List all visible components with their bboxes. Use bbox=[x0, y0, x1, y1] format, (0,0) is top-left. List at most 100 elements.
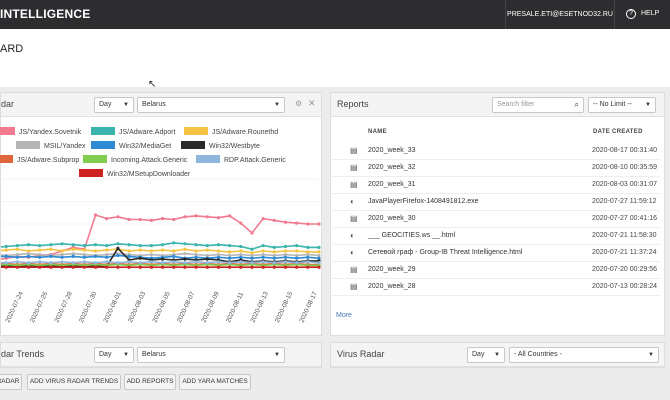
report-date: 2020-07-21 11:58:30 bbox=[592, 232, 657, 239]
x-tick-label: 2020-08-11 bbox=[225, 291, 245, 324]
data-point bbox=[205, 257, 209, 261]
report-row[interactable]: ▤ 2020_week_29 2020-07-20 00:29:56 bbox=[330, 262, 660, 279]
radar-trends-header: dar Trends Day ▼ Belarus ▼ bbox=[1, 343, 321, 367]
legend-item[interactable]: RDP.Attack.Generic bbox=[196, 155, 286, 165]
report-name[interactable]: JavaPlayerFirefox-1408491812.exe bbox=[368, 198, 479, 205]
trends-country-select[interactable]: Belarus ▼ bbox=[137, 347, 285, 363]
legend-item[interactable]: Win32/Westbyte bbox=[181, 141, 260, 151]
more-link[interactable]: More bbox=[336, 312, 352, 319]
report-name[interactable]: 2020_week_28 bbox=[368, 283, 416, 290]
data-point bbox=[295, 265, 299, 269]
data-point bbox=[105, 248, 109, 252]
data-point bbox=[283, 255, 288, 259]
data-point bbox=[15, 260, 19, 264]
data-point bbox=[194, 260, 198, 264]
legend-item[interactable]: JS/Adware.Adport bbox=[91, 127, 175, 137]
reports-limit-value: -- No Limit -- bbox=[593, 101, 632, 108]
report-row[interactable]: ◐ ___ GEOCITIES.ws __.html 2020-07-21 11:5… bbox=[330, 228, 660, 245]
report-row[interactable]: ▤ 2020_week_32 2020-08-10 00:35:59 bbox=[330, 160, 660, 177]
add-yara-matches-button[interactable]: ADD YARA MATCHES bbox=[179, 374, 251, 390]
data-point bbox=[160, 243, 165, 247]
help-button[interactable]: ? HELP bbox=[626, 9, 659, 19]
data-point bbox=[138, 265, 142, 269]
close-icon[interactable]: ✕ bbox=[308, 98, 316, 109]
data-point bbox=[49, 247, 53, 251]
report-name[interactable]: 2020_week_30 bbox=[368, 215, 416, 222]
reports-search-input[interactable]: Search filter ⌕ bbox=[492, 97, 584, 113]
data-point bbox=[250, 261, 254, 265]
legend-swatch bbox=[181, 141, 205, 149]
data-point bbox=[261, 244, 265, 248]
page-header: ARD bbox=[0, 29, 670, 87]
virus-radar-period-select[interactable]: Day ▼ bbox=[467, 347, 505, 363]
radar-period-select[interactable]: Day ▼ bbox=[94, 97, 134, 113]
report-name[interactable]: 2020_week_31 bbox=[368, 181, 416, 188]
data-point bbox=[283, 249, 288, 253]
help-label: HELP bbox=[641, 10, 660, 17]
user-menu[interactable]: PRESALE.ETI@ESETNOD32.RU bbox=[505, 0, 615, 29]
report-date: 2020-07-27 11:59:12 bbox=[592, 198, 657, 205]
trends-period-select[interactable]: Day ▼ bbox=[94, 347, 134, 363]
data-point bbox=[228, 261, 232, 265]
data-point bbox=[116, 246, 120, 250]
col-header-date[interactable]: DATE CREATED bbox=[593, 129, 643, 135]
report-name[interactable]: 2020_week_33 bbox=[368, 147, 416, 154]
data-point bbox=[38, 260, 42, 264]
report-name[interactable]: 2020_week_32 bbox=[368, 164, 416, 171]
data-point bbox=[4, 254, 8, 258]
reports-panel-header: Reports Search filter ⌕ -- No Limit -- ▼ bbox=[331, 93, 664, 117]
report-name[interactable]: Сетевой граф - Group-IB Threat Intellige… bbox=[368, 249, 522, 256]
report-row[interactable]: ▤ 2020_week_31 2020-08-03 00:31:07 bbox=[330, 177, 660, 194]
add-virus-radar-trends-button[interactable]: ADD VIRUS RADAR TRENDS bbox=[27, 374, 121, 390]
data-point bbox=[127, 265, 131, 269]
report-date: 2020-08-17 00:31:40 bbox=[592, 147, 657, 154]
legend-item[interactable]: Incoming.Attack.Generic bbox=[83, 155, 187, 165]
report-name[interactable]: 2020_week_29 bbox=[368, 266, 416, 273]
report-row[interactable]: ◐ JavaPlayerFirefox-1408491812.exe 2020-07… bbox=[330, 194, 660, 211]
col-header-name[interactable]: NAME bbox=[368, 129, 387, 135]
legend-item[interactable]: JS/Adware.Rounethd bbox=[184, 127, 278, 137]
legend-label: JS/Adware.Subprop bbox=[17, 157, 80, 164]
report-row[interactable]: ▤ 2020_week_30 2020-07-27 00:41:16 bbox=[330, 211, 660, 228]
legend-item[interactable]: JS/Adware.Subprop bbox=[0, 155, 79, 165]
virus-radar-country-select[interactable]: - All Countries - ▼ bbox=[509, 347, 659, 363]
radar-panel-header: dar Day ▼ Belarus ▼ ⚙ ✕ bbox=[1, 93, 321, 117]
report-row[interactable]: ◐ Сетевой граф - Group-IB Threat Intellig… bbox=[330, 245, 660, 262]
report-row[interactable]: ▤ 2020_week_28 2020-07-13 00:28:24 bbox=[330, 279, 660, 296]
legend-item[interactable]: JS/Yandex.Sovetnik bbox=[0, 127, 81, 137]
data-point bbox=[172, 249, 176, 253]
data-point bbox=[138, 261, 142, 265]
report-name[interactable]: ___ GEOCITIES.ws __.html bbox=[368, 232, 455, 239]
report-row[interactable]: ▤ 2020_week_33 2020-08-17 00:31:40 bbox=[330, 143, 660, 160]
data-point bbox=[216, 260, 221, 264]
legend-item[interactable]: Win32/MediaGet bbox=[91, 141, 171, 151]
add-radar-button[interactable]: RADAR bbox=[0, 374, 22, 390]
add-reports-button[interactable]: ADD REPORTS bbox=[124, 374, 176, 390]
data-point bbox=[239, 265, 243, 269]
data-point bbox=[105, 260, 109, 264]
data-point bbox=[250, 265, 254, 269]
gear-icon[interactable]: ⚙ bbox=[295, 99, 302, 108]
data-point bbox=[15, 247, 19, 251]
radar-country-select[interactable]: Belarus ▼ bbox=[137, 97, 285, 113]
data-point bbox=[26, 254, 31, 258]
legend-item[interactable]: MSIL/Yandex bbox=[16, 141, 86, 151]
document-icon: ▤ bbox=[350, 163, 358, 172]
reports-limit-select[interactable]: -- No Limit -- ▼ bbox=[588, 97, 656, 113]
report-date: 2020-08-10 00:35:59 bbox=[592, 164, 657, 171]
virus-radar-period-value: Day bbox=[472, 351, 485, 358]
legend-swatch bbox=[0, 127, 15, 135]
data-point bbox=[160, 217, 165, 221]
data-point bbox=[49, 261, 53, 265]
data-point bbox=[172, 241, 176, 245]
legend-swatch bbox=[91, 141, 115, 149]
data-point bbox=[4, 244, 8, 249]
chevron-down-icon: ▼ bbox=[648, 352, 654, 358]
data-point bbox=[228, 256, 232, 260]
series-line bbox=[1, 263, 319, 267]
x-tick-label: 2020-07-30 bbox=[78, 290, 99, 323]
radar-chart: 2020-07-24 2020-07-26 2020-07-28 2020-07-30… bbox=[1, 178, 321, 324]
data-point bbox=[116, 242, 120, 246]
data-point bbox=[194, 249, 198, 253]
data-point bbox=[239, 244, 243, 249]
